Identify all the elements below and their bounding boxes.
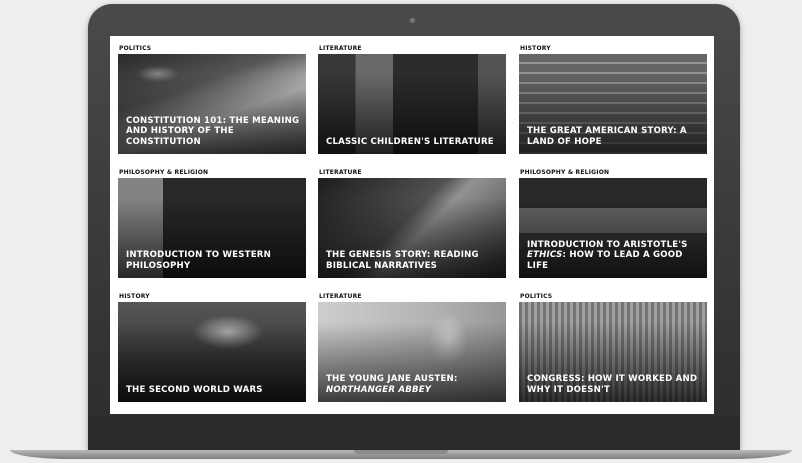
course-card-great-american-story[interactable]: THE GREAT AMERICAN STORY: A LAND OF HOPE [519,54,707,154]
course-item: HISTORY THE GREAT AMERICAN STORY: A LAND… [519,44,707,154]
course-title: THE GREAT AMERICAN STORY: A LAND OF HOPE [527,126,687,147]
course-item: PHILOSOPHY & RELIGION INTRODUCTION TO WE… [118,168,306,278]
course-category: HISTORY [119,293,150,300]
course-category: PHILOSOPHY & RELIGION [520,169,610,176]
course-category: LITERATURE [319,293,362,300]
course-grid: POLITICS CONSTITUTION 101: THE MEANING A… [110,36,714,414]
course-card-constitution-101[interactable]: CONSTITUTION 101: THE MEANING AND HISTOR… [118,54,306,154]
course-card-genesis-story[interactable]: THE GENESIS STORY: READING BIBLICAL NARR… [318,178,506,278]
course-item: PHILOSOPHY & RELIGION INTRODUCTION TO AR… [519,168,707,278]
laptop-notch [354,450,448,454]
course-category: LITERATURE [319,45,362,52]
course-title: INTRODUCTION TO WESTERN PHILOSOPHY [126,250,271,271]
course-item: POLITICS CONGRESS: HOW IT WORKED AND WHY… [519,292,707,402]
course-card-young-jane-austen[interactable]: THE YOUNG JANE AUSTEN: NORTHANGER ABBEY [318,302,506,402]
course-item: POLITICS CONSTITUTION 101: THE MEANING A… [118,44,306,154]
laptop-bezel [88,416,740,450]
course-title: THE SECOND WORLD WARS [126,384,263,395]
course-category: HISTORY [520,45,551,52]
course-title: CONGRESS: HOW IT WORKED AND WHY IT DOESN… [527,374,698,395]
course-title: THE GENESIS STORY: READING BIBLICAL NARR… [326,250,479,271]
course-category: POLITICS [119,45,152,52]
course-card-classic-childrens-literature[interactable]: CLASSIC CHILDREN'S LITERATURE [318,54,506,154]
course-title: THE YOUNG JANE AUSTEN: NORTHANGER ABBEY [326,374,458,395]
course-category: PHILOSOPHY & RELIGION [119,169,209,176]
course-category: POLITICS [520,293,553,300]
course-title: INTRODUCTION TO ARISTOTLE'S ETHICS: HOW … [527,239,688,271]
course-title: CONSTITUTION 101: THE MEANING AND HISTOR… [126,115,300,147]
course-item: HISTORY THE SECOND WORLD WARS [118,292,306,402]
course-card-western-philosophy[interactable]: INTRODUCTION TO WESTERN PHILOSOPHY [118,178,306,278]
course-card-second-world-wars[interactable]: THE SECOND WORLD WARS [118,302,306,402]
course-item: LITERATURE CLASSIC CHILDREN'S LITERATURE [318,44,506,154]
course-card-aristotles-ethics[interactable]: INTRODUCTION TO ARISTOTLE'S ETHICS: HOW … [519,178,707,278]
webcam-icon [410,18,415,23]
course-item: LITERATURE THE GENESIS STORY: READING BI… [318,168,506,278]
course-item: LITERATURE THE YOUNG JANE AUSTEN: NORTHAN… [318,292,506,402]
course-card-congress[interactable]: CONGRESS: HOW IT WORKED AND WHY IT DOESN… [519,302,707,402]
course-title: CLASSIC CHILDREN'S LITERATURE [326,136,494,147]
laptop-screen: POLITICS CONSTITUTION 101: THE MEANING A… [110,36,714,414]
course-category: LITERATURE [319,169,362,176]
